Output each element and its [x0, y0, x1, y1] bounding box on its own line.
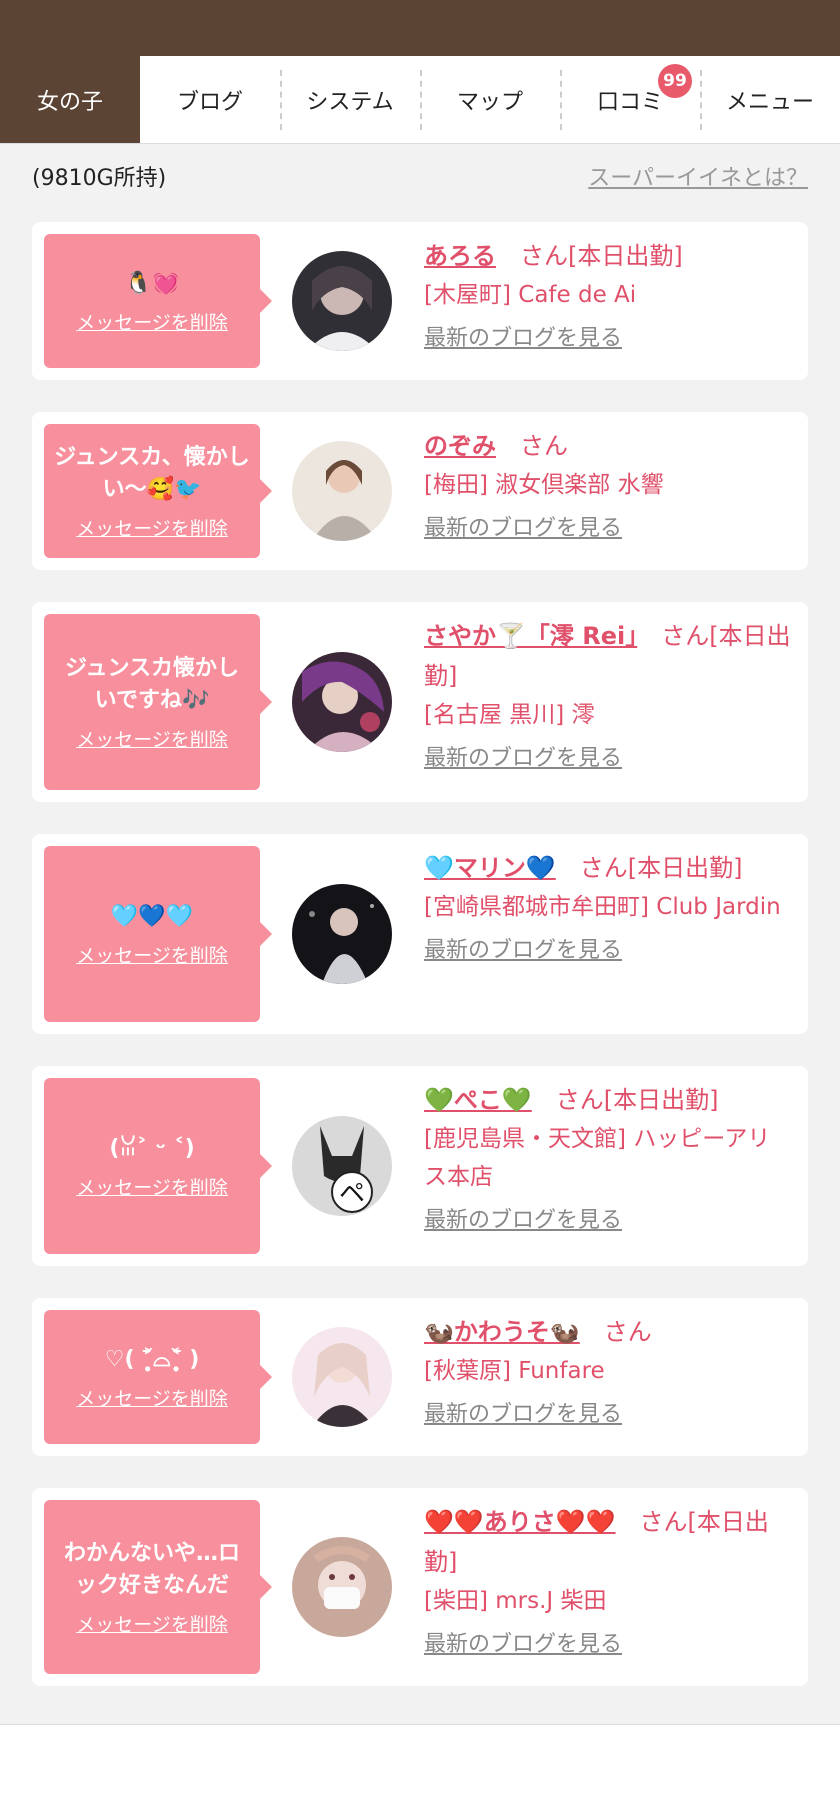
girl-name-link[interactable]: 🦦かわうそ🦦	[424, 1318, 580, 1346]
svg-text:ペ: ペ	[339, 1179, 365, 1209]
latest-blog-link[interactable]: 最新のブログを見る	[424, 510, 622, 542]
shop-name[interactable]: [柴田] mrs.J 柴田	[424, 1582, 792, 1620]
top-header-bar	[0, 0, 840, 56]
list-item: ♡( ˃̣̣̥᷄⌓˂̣̣̥᷅ ) メッセージを削除 🦦かわうそ🦦 さん [秋葉原…	[32, 1298, 808, 1456]
tab-girls-label: 女の子	[36, 89, 103, 115]
reviews-count-badge: 99	[658, 64, 692, 98]
list-item: ジュンスカ懐かしいですね🎶 メッセージを削除 さやか🍸「澪 Rei」 さん[本日…	[32, 602, 808, 802]
message-box: 🩵💙🩵 メッセージを削除	[44, 846, 272, 1022]
tab-reviews-label: 口コミ	[596, 89, 663, 115]
girl-info: あろる さん[本日出勤] [木屋町] Cafe de Ai 最新のブログを見る	[424, 236, 792, 352]
girl-status: さん[本日出勤]	[579, 854, 743, 882]
latest-blog-link[interactable]: 最新のブログを見る	[424, 1626, 622, 1658]
message-text: ♡( ˃̣̣̥᷄⌓˂̣̣̥᷅ )	[104, 1346, 200, 1372]
avatar[interactable]	[292, 251, 392, 351]
message-text: ジュンスカ、懐かしい〜🥰🐦	[54, 444, 250, 502]
avatar[interactable]	[292, 1327, 392, 1427]
latest-blog-link[interactable]: 最新のブログを見る	[424, 320, 622, 352]
tab-girls[interactable]: 女の子	[0, 56, 140, 143]
latest-blog-link[interactable]: 最新のブログを見る	[424, 932, 622, 964]
girl-info: 🦦かわうそ🦦 さん [秋葉原] Funfare 最新のブログを見る	[424, 1312, 792, 1428]
delete-message-link[interactable]: メッセージを削除	[76, 1384, 228, 1411]
avatar[interactable]	[292, 652, 392, 752]
tab-menu-label: メニュー	[725, 89, 814, 115]
tab-system[interactable]: システム	[280, 56, 420, 143]
girl-info: さやか🍸「澪 Rei」 さん[本日出勤] [名古屋 黒川] 澪 最新のブログを見…	[424, 616, 792, 772]
shop-name[interactable]: [木屋町] Cafe de Ai	[424, 276, 792, 314]
shop-name[interactable]: [秋葉原] Funfare	[424, 1352, 792, 1390]
delete-message-link[interactable]: メッセージを削除	[76, 308, 228, 335]
latest-blog-link[interactable]: 最新のブログを見る	[424, 1202, 622, 1234]
girl-name-link[interactable]: 💚ぺこ💚	[424, 1086, 532, 1114]
girl-info: ❤️❤️ありさ❤️❤️ さん[本日出勤] [柴田] mrs.J 柴田 最新のブロ…	[424, 1502, 792, 1658]
girl-status: さん	[520, 432, 568, 460]
message-text: 🐧💓	[124, 270, 180, 296]
delete-message-link[interactable]: メッセージを削除	[76, 725, 228, 752]
avatar[interactable]: ペ	[292, 1116, 392, 1216]
girl-info: のぞみ さん [梅田] 淑女倶楽部 水響 最新のブログを見る	[424, 426, 792, 542]
girl-name-link[interactable]: ❤️❤️ありさ❤️❤️	[424, 1508, 616, 1536]
avatar[interactable]	[292, 884, 392, 984]
girl-name-link[interactable]: さやか🍸「澪 Rei」	[424, 622, 637, 650]
girl-name-link[interactable]: あろる	[424, 242, 496, 270]
tab-map[interactable]: マップ	[420, 56, 560, 143]
points-balance: (9810G所持)	[32, 166, 167, 191]
delete-message-link[interactable]: メッセージを削除	[76, 514, 228, 541]
tab-blog-label: ブログ	[176, 89, 243, 115]
tab-system-label: システム	[306, 89, 394, 115]
tab-map-label: マップ	[456, 89, 523, 115]
shop-name[interactable]: [鹿児島県・天文館] ハッピーアリス本店	[424, 1120, 792, 1196]
list-item: わかんないや…ロック好きなんだ メッセージを削除 ❤️❤️ありさ❤️❤️ さん[…	[32, 1488, 808, 1686]
avatar[interactable]	[292, 1537, 392, 1637]
list-item: ジュンスカ、懐かしい〜🥰🐦 メッセージを削除 のぞみ さん [梅田] 淑女倶楽部…	[32, 412, 808, 570]
message-text: 🩵💙🩵	[110, 903, 194, 929]
shop-name[interactable]: [梅田] 淑女倶楽部 水響	[424, 466, 792, 504]
message-box: ♡( ˃̣̣̥᷄⌓˂̣̣̥᷅ ) メッセージを削除	[44, 1310, 272, 1444]
list-item: 🩵💙🩵 メッセージを削除 🩵マリン💙 さん[本日出勤] [宮崎県都城市牟田町] …	[32, 834, 808, 1034]
message-box: ジュンスカ、懐かしい〜🥰🐦 メッセージを削除	[44, 424, 272, 558]
avatar[interactable]	[292, 441, 392, 541]
tab-menu[interactable]: メニュー	[700, 56, 840, 143]
message-box: ジュンスカ懐かしいですね🎶 メッセージを削除	[44, 614, 272, 790]
girl-name-link[interactable]: のぞみ	[424, 432, 496, 460]
girl-status: さん[本日出勤]	[520, 242, 683, 270]
message-text: (ꈍ˃ ᵕ ˂)	[109, 1135, 195, 1161]
latest-blog-link[interactable]: 最新のブログを見る	[424, 1396, 622, 1428]
tab-reviews[interactable]: 口コミ 99	[560, 56, 700, 143]
shop-name[interactable]: [宮崎県都城市牟田町] Club Jardin	[424, 888, 792, 926]
list-item: (ꈍ˃ ᵕ ˂) メッセージを削除 ペ 💚ぺこ💚 さん[本日出勤] [鹿児島県・…	[32, 1066, 808, 1266]
latest-blog-link[interactable]: 最新のブログを見る	[424, 740, 622, 772]
tab-blog[interactable]: ブログ	[140, 56, 280, 143]
message-box: (ꈍ˃ ᵕ ˂) メッセージを削除	[44, 1078, 272, 1254]
message-text: ジュンスカ懐かしいですね🎶	[64, 655, 240, 713]
message-box: 🐧💓 メッセージを削除	[44, 234, 272, 368]
delete-message-link[interactable]: メッセージを削除	[76, 1610, 228, 1637]
delete-message-link[interactable]: メッセージを削除	[76, 941, 228, 968]
girl-info: 💚ぺこ💚 さん[本日出勤] [鹿児島県・天文館] ハッピーアリス本店 最新のブロ…	[424, 1080, 792, 1234]
shop-name[interactable]: [名古屋 黒川] 澪	[424, 696, 792, 734]
delete-message-link[interactable]: メッセージを削除	[76, 1173, 228, 1200]
girl-status: さん	[603, 1318, 652, 1346]
message-box: わかんないや…ロック好きなんだ メッセージを削除	[44, 1500, 272, 1674]
main-nav: 女の子 ブログ システム マップ 口コミ 99 メニュー	[0, 56, 840, 144]
page-footer	[0, 1724, 840, 1820]
girl-info: 🩵マリン💙 さん[本日出勤] [宮崎県都城市牟田町] Club Jardin 最…	[424, 848, 792, 964]
super-iine-link[interactable]: スーパーイイネとは？	[588, 160, 808, 192]
girl-status: さん[本日出勤]	[555, 1086, 719, 1114]
info-bar: (9810G所持) スーパーイイネとは？	[32, 158, 808, 194]
message-text: わかんないや…ロック好きなんだ	[63, 1540, 240, 1598]
list-item: 🐧💓 メッセージを削除 あろる さん[本日出勤] [木屋町] Cafe de A…	[32, 222, 808, 380]
girl-name-link[interactable]: 🩵マリン💙	[424, 854, 556, 882]
